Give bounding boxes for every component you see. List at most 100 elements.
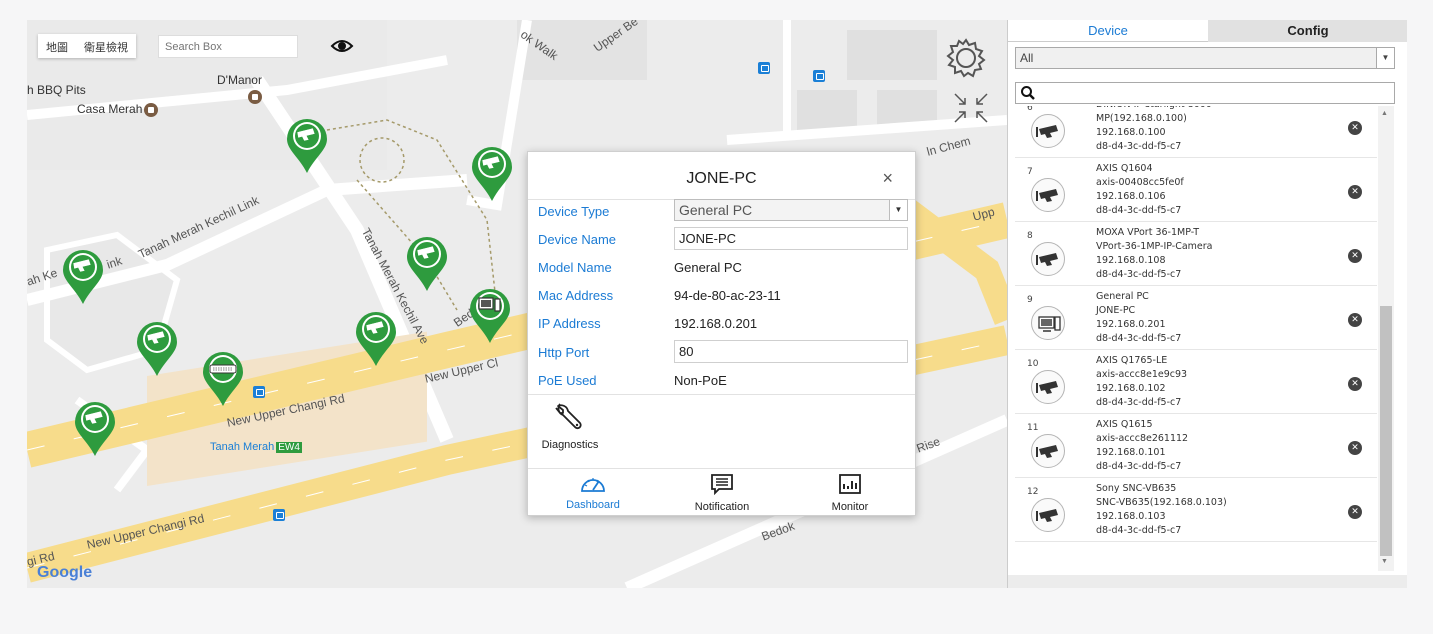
device-info: MOXA VPort 36-1MP-T VPort-36-1MP-IP-Camer… — [1096, 226, 1213, 282]
device-panel: Device Config All ▼ 6 DINION IP starlight… — [1007, 20, 1407, 588]
search-icon — [1021, 86, 1035, 100]
camera-icon — [1031, 434, 1065, 468]
http-port-input[interactable] — [674, 340, 908, 363]
mac-address-value: 94-de-80-ac-23-11 — [674, 288, 781, 303]
map-type-map[interactable]: 地圖 — [38, 34, 76, 58]
camera-icon — [1031, 498, 1065, 532]
device-name-input[interactable] — [674, 227, 908, 250]
device-info-line: d8-d4-3c-dd-f5-c7 — [1096, 141, 1182, 152]
remove-device-icon[interactable]: ✕ — [1348, 505, 1362, 519]
eye-icon[interactable] — [330, 36, 354, 56]
remove-device-icon[interactable]: ✕ — [1348, 249, 1362, 263]
google-logo-text: Google — [37, 564, 93, 581]
device-info-line: d8-d4-3c-dd-f5-c7 — [1096, 205, 1182, 216]
diagnostics-label: Diagnostics — [541, 439, 599, 451]
device-list-item[interactable]: 11 AXIS Q1615 axis-accc8e261112 192.168.0.1… — [1015, 414, 1377, 478]
device-info-line: 192.168.0.100 — [1096, 127, 1166, 138]
remove-device-icon[interactable]: ✕ — [1348, 377, 1362, 391]
poi-casa-merah: Casa Merah — [77, 102, 159, 117]
device-marker-camera[interactable] — [135, 320, 179, 378]
device-index: 8 — [1027, 231, 1033, 241]
device-marker-camera[interactable] — [61, 248, 105, 306]
bus-stop-icon — [253, 386, 265, 398]
device-type-select[interactable]: General PC ▼ — [674, 199, 908, 221]
popup-divider — [528, 394, 915, 395]
tab-config[interactable]: Config — [1208, 20, 1407, 42]
device-filter-select[interactable]: All ▼ — [1015, 47, 1395, 69]
camera-icon — [1031, 242, 1065, 276]
device-list-item[interactable]: 9 General PC JONE-PC 192.168.0.201 d8-d4-3c-… — [1015, 286, 1377, 350]
chevron-down-icon[interactable]: ▼ — [1376, 48, 1394, 68]
device-index: 11 — [1027, 423, 1039, 433]
map-search-input[interactable] — [158, 35, 298, 58]
tab-notification[interactable]: Notification — [677, 473, 767, 513]
device-info-line: 192.168.0.102 — [1096, 383, 1166, 394]
device-marker-camera[interactable] — [73, 400, 117, 458]
map-pin-icon — [75, 402, 115, 456]
device-marker-camera[interactable] — [405, 235, 449, 293]
device-list-item[interactable]: 6 DINION IP starlight 8000MP(192.168.0.10… — [1015, 106, 1377, 158]
device-marker-camera[interactable] — [285, 117, 329, 175]
device-index: 7 — [1027, 167, 1033, 177]
station-name: Tanah Merah — [210, 441, 275, 453]
field-device-type: Device Type General PC ▼ — [528, 197, 915, 225]
device-list-item[interactable]: 10 AXIS Q1765-LE axis-accc8e1e9c93 192.168.… — [1015, 350, 1377, 414]
remove-device-icon[interactable]: ✕ — [1348, 185, 1362, 199]
device-list-item[interactable]: 7 AXIS Q1604 axis-00408cc5fe0f 192.168.0.10… — [1015, 158, 1377, 222]
device-info: AXIS Q1604 axis-00408cc5fe0f 192.168.0.106… — [1096, 162, 1184, 218]
tab-dashboard[interactable]: Dashboard — [548, 473, 638, 511]
tab-device[interactable]: Device — [1008, 20, 1208, 42]
device-marker-keyboard[interactable] — [201, 350, 245, 408]
field-mac-address: Mac Address 94-de-80-ac-23-11 — [528, 281, 915, 309]
remove-device-icon[interactable]: ✕ — [1348, 441, 1362, 455]
field-device-name: Device Name — [528, 225, 915, 253]
bus-stop-icon — [758, 62, 770, 74]
camera-icon — [1031, 370, 1065, 404]
device-info-line: d8-d4-3c-dd-f5-c7 — [1096, 333, 1182, 344]
device-info-line: 192.168.0.108 — [1096, 255, 1166, 266]
device-list-scrollbar[interactable]: ▲ ▼ — [1378, 106, 1394, 571]
device-type-value: General PC — [679, 202, 753, 218]
device-marker-camera[interactable] — [470, 145, 514, 203]
diagnostics-button[interactable]: Diagnostics — [540, 400, 600, 451]
device-info-line: VPort-36-1MP-IP-Camera — [1096, 241, 1213, 252]
station-label: Tanah Merah EW4 — [210, 441, 302, 453]
map-pin-icon — [287, 119, 327, 173]
scrollbar-thumb[interactable] — [1380, 306, 1392, 556]
poi-casa-icon — [144, 102, 159, 117]
device-list-item[interactable]: 12 Sony SNC-VB635 SNC-VB635(192.168.0.103)… — [1015, 478, 1377, 542]
device-info-line: d8-d4-3c-dd-f5-c7 — [1096, 397, 1182, 408]
poi-bbq-pits: h BBQ Pits — [27, 83, 86, 97]
remove-device-icon[interactable]: ✕ — [1348, 313, 1362, 327]
model-name-value: General PC — [674, 260, 742, 275]
bus-stop-icon — [273, 509, 285, 521]
device-info-line: 192.168.0.101 — [1096, 447, 1166, 458]
tab-monitor-label: Monitor — [831, 501, 869, 513]
device-list-item[interactable]: 8 MOXA VPort 36-1MP-T VPort-36-1MP-IP-Came… — [1015, 222, 1377, 286]
device-info: AXIS Q1615 axis-accc8e261112 192.168.0.101… — [1096, 418, 1188, 474]
device-marker-camera[interactable] — [354, 310, 398, 368]
monitor-chart-icon — [839, 474, 861, 494]
device-index: 12 — [1027, 487, 1039, 497]
remove-device-icon[interactable]: ✕ — [1348, 121, 1362, 135]
collapse-arrows-icon[interactable] — [953, 92, 989, 124]
poi-dmanor: D'Manor — [217, 73, 262, 87]
tab-monitor[interactable]: Monitor — [805, 473, 895, 513]
device-marker-computer[interactable] — [468, 287, 512, 345]
scroll-down-icon[interactable]: ▼ — [1381, 558, 1388, 565]
chevron-down-icon[interactable]: ▼ — [889, 200, 907, 220]
gear-icon[interactable] — [944, 36, 988, 80]
device-info-line: JONE-PC — [1096, 305, 1136, 316]
device-info-line: 192.168.0.106 — [1096, 191, 1166, 202]
map-pin-icon — [356, 312, 396, 366]
field-model-name: Model Name General PC — [528, 253, 915, 281]
map-pin-icon — [407, 237, 447, 291]
close-icon[interactable]: × — [882, 168, 893, 189]
scroll-up-icon[interactable]: ▲ — [1381, 110, 1388, 117]
device-search-input[interactable] — [1015, 82, 1395, 104]
map-pin-icon — [472, 147, 512, 201]
map-pin-icon — [203, 352, 243, 406]
google-logo: Google — [37, 564, 92, 582]
device-info: AXIS Q1765-LE axis-accc8e1e9c93 192.168.0.… — [1096, 354, 1187, 410]
map-type-satellite[interactable]: 衛星檢視 — [76, 34, 136, 58]
